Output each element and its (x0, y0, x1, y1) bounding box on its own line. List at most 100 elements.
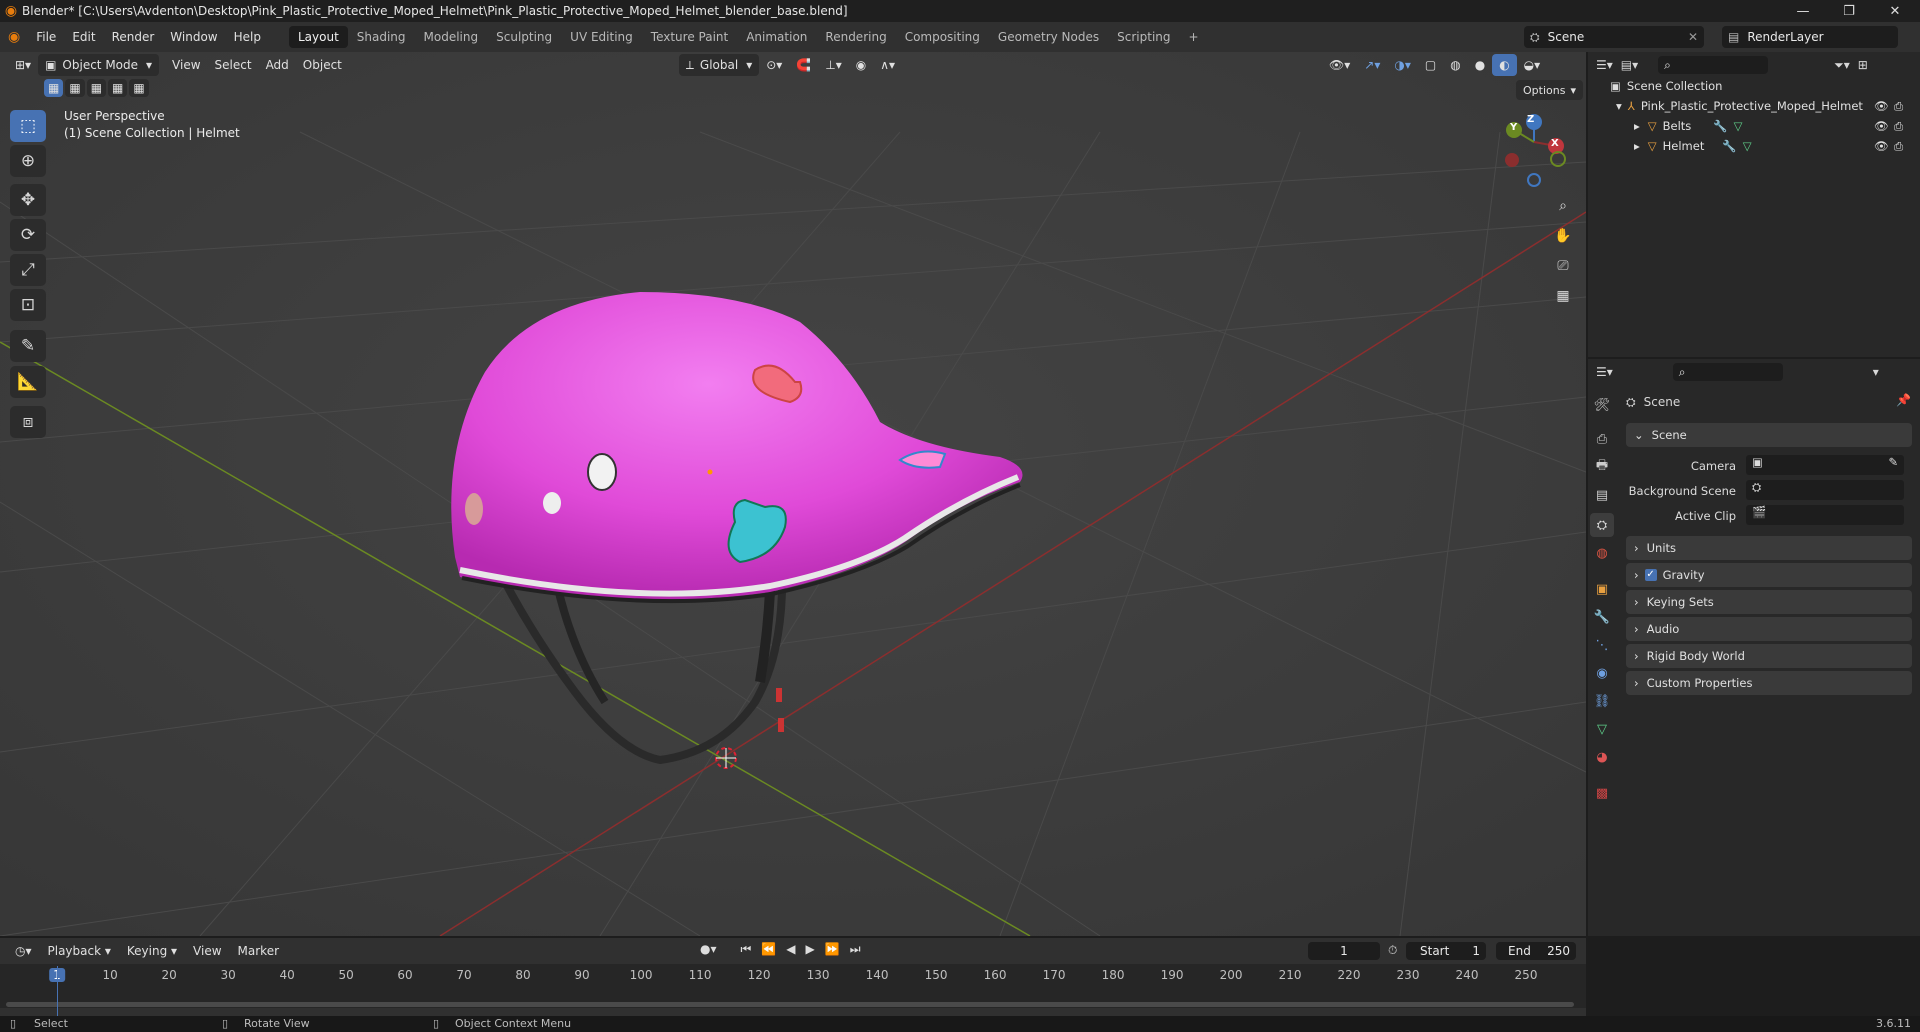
panel-units[interactable]: › Units (1626, 536, 1912, 560)
snap-icon[interactable]: 🧲 (789, 54, 818, 76)
expand-right-icon[interactable]: ▸ (1634, 139, 1640, 153)
data-tab-icon[interactable]: ▽ (1590, 717, 1614, 741)
eyedropper-icon[interactable]: ✎ (1888, 455, 1898, 469)
object-tab-icon[interactable]: ▣ (1590, 577, 1614, 601)
solid-shading-icon[interactable]: ● (1468, 54, 1492, 76)
properties-options-icon[interactable]: ▾ (1873, 365, 1879, 379)
view-layer-selector[interactable]: ▤ RenderLayer (1722, 26, 1898, 48)
pan-hand-icon[interactable]: ✋ (1549, 222, 1577, 250)
gizmo-toggle-icon[interactable]: ↗▾ (1357, 54, 1387, 76)
menu-marker[interactable]: Marker (231, 940, 286, 962)
close-button[interactable]: ✕ (1872, 0, 1918, 22)
mesh-data-icon[interactable]: ▽ (1743, 139, 1752, 153)
prev-keyframe-icon[interactable]: ⏪ (761, 942, 776, 957)
outliner-row-scene-collection[interactable]: ▣ Scene Collection (1588, 76, 1920, 96)
panel-rigid-body-world[interactable]: › Rigid Body World (1626, 644, 1912, 668)
menu-select[interactable]: Select (208, 54, 259, 76)
select-subtract-icon[interactable]: ▦ (86, 79, 107, 97)
snap-target-icon[interactable]: ⊥▾ (818, 54, 848, 76)
select-new-icon[interactable]: ▦ (44, 79, 64, 97)
cursor-tool-icon[interactable]: ⊕ (10, 145, 46, 177)
modifier-icon[interactable]: 🔧 (1713, 119, 1727, 133)
properties-editor-icon[interactable]: ☰▾ (1596, 365, 1613, 379)
tab-uv-editing[interactable]: UV Editing (561, 26, 642, 48)
tab-layout[interactable]: Layout (288, 26, 348, 48)
menu-render[interactable]: Render (104, 26, 163, 48)
transform-tool-icon[interactable]: ⊡ (10, 289, 46, 321)
jump-end-icon[interactable]: ⏭ (850, 942, 861, 957)
panel-audio[interactable]: › Audio (1626, 617, 1912, 641)
physics-tab-icon[interactable]: ◉ (1590, 661, 1614, 685)
gravity-checkbox[interactable]: ✓ (1644, 569, 1657, 581)
menu-file[interactable]: File (28, 26, 64, 48)
xray-icon[interactable]: ▢ (1418, 54, 1443, 76)
record-icon[interactable]: ●▾ (700, 942, 717, 957)
mesh-data-icon[interactable]: ▽ (1734, 119, 1743, 133)
menu-view[interactable]: View (165, 54, 207, 76)
tab-compositing[interactable]: Compositing (896, 26, 989, 48)
jump-start-icon[interactable]: ⏮ (741, 942, 752, 957)
play-reverse-icon[interactable]: ◀ (786, 942, 795, 957)
scene-selector[interactable]: ⛭ Scene ✕ (1524, 26, 1704, 48)
active-clip-field[interactable]: 🎬 (1746, 505, 1904, 525)
select-box-tool-icon[interactable]: ⬚ (10, 110, 46, 142)
pivot-point-icon[interactable]: ⊙▾ (759, 54, 789, 76)
eye-icon[interactable]: 👁 (1874, 139, 1889, 153)
stopwatch-icon[interactable]: ⏱ (1388, 943, 1397, 958)
menu-playback[interactable]: Playback ▾ (41, 940, 118, 962)
options-button[interactable]: Options ▾ (1516, 80, 1583, 100)
eye-icon[interactable]: 👁 (1874, 119, 1889, 133)
menu-keying[interactable]: Keying ▾ (120, 940, 184, 962)
panel-gravity[interactable]: › ✓ Gravity (1626, 563, 1912, 587)
visibility-icon[interactable]: 👁▾ (1322, 54, 1357, 76)
menu-window[interactable]: Window (162, 26, 225, 48)
outliner-search-input[interactable]: ⌕ (1658, 56, 1769, 74)
timeline-editor-icon[interactable]: ◷▾ (8, 940, 39, 962)
background-scene-field[interactable]: ⛭ (1746, 480, 1904, 500)
outliner-editor-icon[interactable]: ☰▾ (1596, 58, 1613, 72)
texture-tab-icon[interactable]: ▩ (1590, 781, 1614, 805)
start-frame-field[interactable]: Start 1 (1406, 942, 1486, 960)
transform-orientation-selector[interactable]: ⟂ Global ▾ (678, 54, 760, 76)
new-collection-icon[interactable]: ⊞ (1858, 58, 1868, 72)
properties-search-input[interactable]: ⌕ (1672, 363, 1783, 381)
end-frame-field[interactable]: End 250 (1496, 942, 1576, 960)
tab-scripting[interactable]: Scripting (1108, 26, 1179, 48)
next-keyframe-icon[interactable]: ⏩ (825, 942, 840, 957)
falloff-icon[interactable]: ∧▾ (873, 54, 902, 76)
camera-render-icon[interactable]: ⎙ (1894, 119, 1903, 134)
rotate-tool-icon[interactable]: ⟳ (10, 219, 46, 251)
output-tab-icon[interactable]: 🖶 (1590, 455, 1614, 479)
scene-tab-icon[interactable]: ⛭ (1590, 513, 1614, 537)
constraints-tab-icon[interactable]: ⛓ (1590, 689, 1614, 713)
select-intersect-icon[interactable]: ▦ (129, 79, 149, 97)
3d-viewport[interactable]: Z Y X User Perspective (1) Scene Collect… (0, 52, 1586, 936)
add-cube-tool-icon[interactable]: ⧈ (10, 406, 46, 438)
material-tab-icon[interactable]: ◕ (1590, 745, 1614, 769)
menu-timeline-view[interactable]: View (186, 940, 228, 962)
perspective-grid-icon[interactable]: ▦ (1549, 282, 1577, 310)
world-tab-icon[interactable]: ◍ (1590, 541, 1614, 565)
move-tool-icon[interactable]: ✥ (10, 184, 46, 216)
outliner-row-root-object[interactable]: ▾ ⅄ Pink_Plastic_Protective_Moped_Helmet… (1588, 96, 1920, 116)
zoom-icon[interactable]: ⌕ (1549, 192, 1577, 220)
tab-geometry-nodes[interactable]: Geometry Nodes (989, 26, 1108, 48)
outliner-row-belts[interactable]: ▸ ▽ Belts 🔧 ▽ 👁 ⎙ (1588, 116, 1920, 136)
blender-menu-icon[interactable]: ◉ (0, 26, 28, 48)
outliner-row-helmet[interactable]: ▸ ▽ Helmet 🔧 ▽ 👁 ⎙ (1588, 136, 1920, 156)
maximize-button[interactable]: ❐ (1826, 0, 1872, 22)
tab-sculpting[interactable]: Sculpting (487, 26, 561, 48)
scale-tool-icon[interactable]: ⤢ (10, 254, 46, 286)
timeline-scrollbar[interactable] (6, 1002, 1574, 1007)
add-workspace-icon[interactable]: + (1180, 26, 1208, 48)
tab-shading[interactable]: Shading (348, 26, 415, 48)
wireframe-shading-icon[interactable]: ◍ (1443, 54, 1467, 76)
annotate-tool-icon[interactable]: ✎ (10, 330, 46, 362)
tab-modeling[interactable]: Modeling (415, 26, 488, 48)
camera-render-icon[interactable]: ⎙ (1894, 99, 1903, 114)
current-frame-field[interactable]: 1 (1308, 942, 1380, 960)
menu-edit[interactable]: Edit (64, 26, 103, 48)
camera-render-icon[interactable]: ⎙ (1894, 139, 1903, 154)
play-icon[interactable]: ▶ (806, 942, 815, 957)
tab-texture-paint[interactable]: Texture Paint (642, 26, 737, 48)
